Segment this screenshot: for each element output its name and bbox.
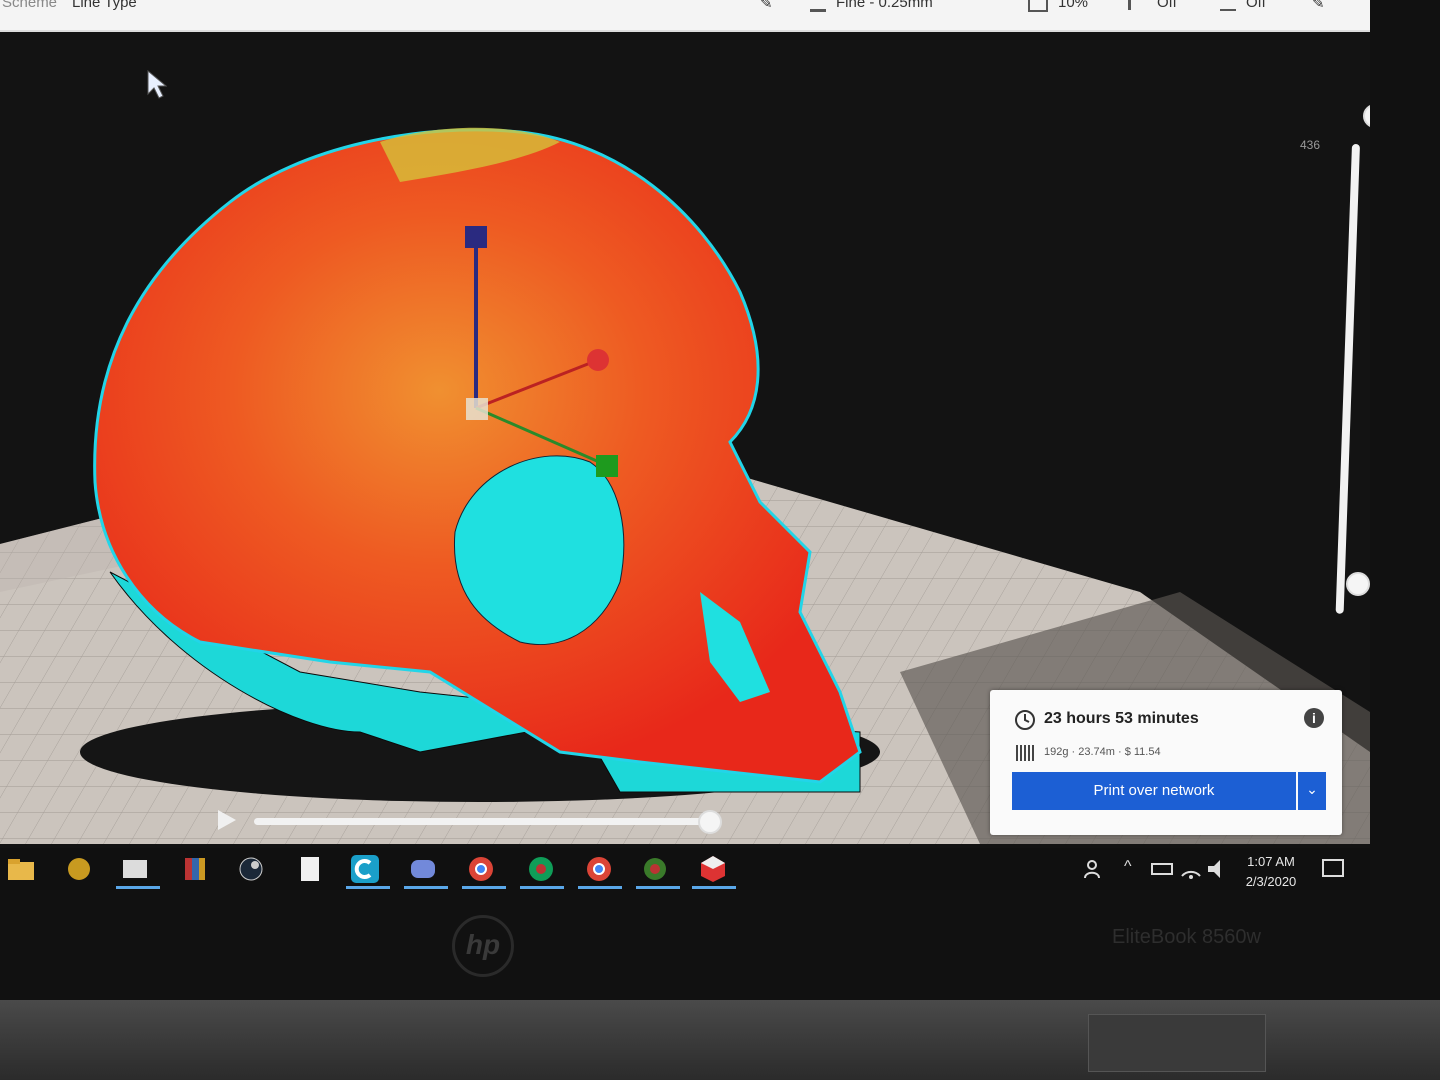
active-app-indicator-8	[692, 886, 736, 889]
infill-setting[interactable]: 10%	[1028, 0, 1089, 13]
hp-logo: hp	[452, 915, 514, 977]
document-icon[interactable]	[294, 854, 324, 884]
gizmo-center	[466, 398, 488, 420]
clock-date: 2/3/2020	[1245, 874, 1297, 889]
app-icon-2[interactable]	[640, 854, 670, 884]
clock-icon	[1015, 710, 1035, 730]
support-setting[interactable]: Off	[1128, 0, 1177, 11]
paint-icon[interactable]	[120, 854, 150, 884]
laptop-model-label: EliteBook 8560w	[1112, 926, 1261, 948]
clock-time: 1:07 AM	[1247, 854, 1295, 869]
scheme-dropdown[interactable]: Line Type	[72, 0, 137, 11]
gizmo-y-handle	[596, 455, 618, 477]
playback-handle[interactable]	[698, 810, 722, 834]
adhesion-setting[interactable]: Off	[1220, 0, 1266, 12]
print-time: 23 hours 53 minutes	[1044, 710, 1199, 727]
app-icon[interactable]	[64, 854, 94, 884]
pencil-icon[interactable]: ✎	[1312, 0, 1325, 12]
cura-icon[interactable]	[350, 854, 380, 884]
active-app-indicator-5	[520, 886, 564, 889]
print-over-network-button[interactable]: Print over network	[1012, 772, 1296, 810]
infill-value: 10%	[1058, 0, 1089, 11]
edit-icon[interactable]: ✎	[760, 0, 773, 12]
active-app-indicator	[116, 886, 160, 889]
profile-label: Fine - 0.25mm	[836, 0, 933, 11]
print-options-dropdown[interactable]: ⌄	[1298, 772, 1326, 810]
people-icon[interactable]	[1080, 854, 1110, 884]
info-icon[interactable]: i	[1304, 708, 1324, 728]
chevron-down-icon: ⌄	[1306, 781, 1318, 797]
notifications-icon[interactable]	[1318, 854, 1348, 884]
profile-selector[interactable]: Fine - 0.25mm	[810, 0, 933, 12]
active-app-indicator-4	[462, 886, 506, 889]
spool-icon	[1016, 745, 1034, 761]
chrome-profile-2-icon[interactable]	[584, 854, 614, 884]
mouse-cursor-icon	[147, 70, 167, 99]
adhesion-value: Off	[1246, 0, 1266, 11]
scheme-label: Scheme	[2, 0, 58, 11]
discord-icon[interactable]	[408, 854, 438, 884]
support-value: Off	[1157, 0, 1177, 11]
chevron-up-icon[interactable]: ^	[1124, 858, 1132, 876]
system-clock[interactable]: 1:07 AM 2/3/2020	[1237, 852, 1305, 890]
screen: Scheme Line Type ✎ Fine - 0.25mm 10% Off…	[0, 0, 1370, 890]
active-app-indicator-6	[578, 886, 622, 889]
laptop-hinge-block	[1088, 1014, 1266, 1072]
gizmo-x-handle	[587, 349, 609, 371]
top-toolbar: Scheme Line Type ✎ Fine - 0.25mm 10% Off…	[0, 0, 1370, 32]
material-estimate: 192g · 23.74m · $ 11.54	[1044, 746, 1161, 758]
active-app-indicator-7	[636, 886, 680, 889]
infill-icon	[1028, 0, 1048, 13]
windows-taskbar: ^ 1:07 AM 2/3/2020	[0, 848, 1370, 890]
winrar-icon[interactable]	[180, 854, 210, 884]
cube-app-icon[interactable]	[698, 854, 728, 884]
active-app-indicator-2	[346, 886, 390, 889]
playback-slider[interactable]	[254, 818, 709, 825]
active-app-indicator-3	[404, 886, 448, 889]
adhesion-icon	[1220, 0, 1236, 12]
file-explorer-icon[interactable]	[6, 854, 36, 884]
steam-icon[interactable]	[236, 854, 266, 884]
battery-icon[interactable]	[1148, 854, 1178, 884]
layer-number: 436	[1300, 138, 1321, 152]
wifi-icon[interactable]	[1176, 854, 1206, 884]
play-button[interactable]	[218, 810, 236, 830]
print-summary-panel: 23 hours 53 minutes i 192g · 23.74m · $ …	[990, 690, 1342, 835]
chrome-profile-icon[interactable]	[526, 854, 556, 884]
gizmo-z-handle	[465, 226, 487, 248]
layer-slider-bottom-handle[interactable]	[1346, 572, 1370, 596]
support-icon	[1128, 0, 1147, 11]
volume-icon[interactable]	[1204, 854, 1234, 884]
layers-icon	[810, 0, 826, 12]
chrome-icon[interactable]	[466, 854, 496, 884]
